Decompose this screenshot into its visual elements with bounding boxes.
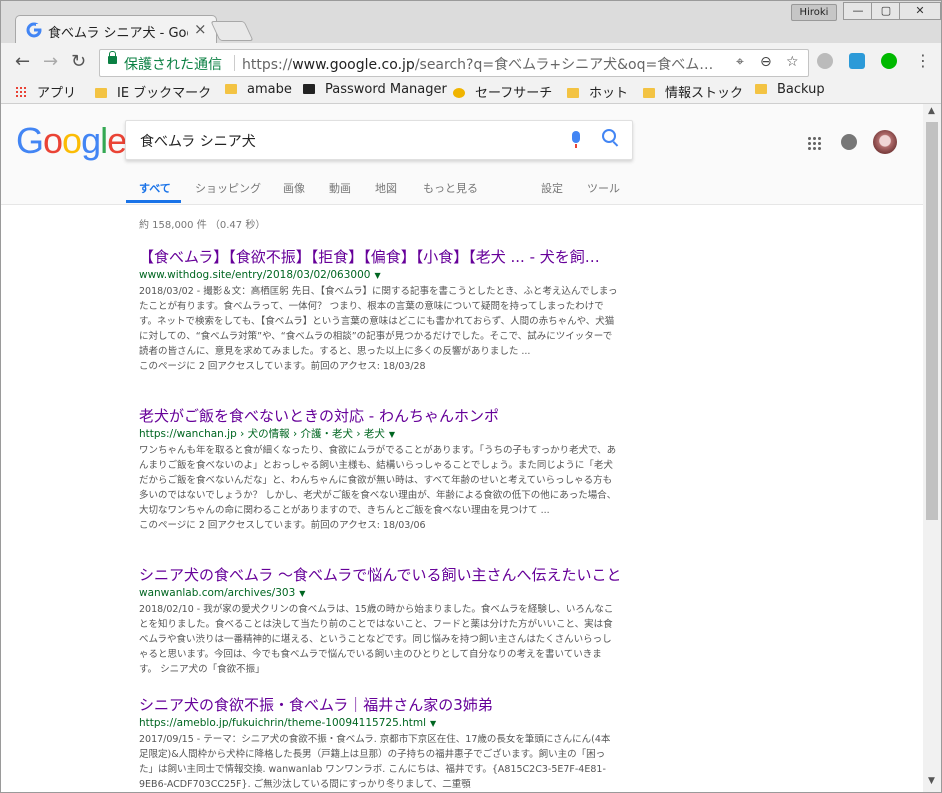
minimize-button[interactable]: — bbox=[843, 2, 873, 20]
bookmark-amabe[interactable]: amabe bbox=[225, 82, 292, 97]
search-result: シニア犬の食べムラ 〜食べムラで悩んでいる飼い主さんへ伝えたいこと… wanwa… bbox=[139, 565, 619, 677]
google-logo[interactable]: Google bbox=[16, 120, 127, 162]
result-url[interactable]: www.withdog.site/entry/2018/03/02/063000… bbox=[139, 267, 619, 284]
title-bar: 食べムラ シニア犬 - Goo × Hiroki — ▢ ✕ bbox=[1, 1, 941, 44]
google-favicon-icon bbox=[26, 22, 42, 38]
caret-down-icon[interactable]: ▼ bbox=[299, 589, 305, 598]
bookmark-ie[interactable]: IE ブックマーク bbox=[95, 82, 211, 101]
scroll-up-icon[interactable]: ▲ bbox=[928, 106, 935, 116]
bookmark-extension-icon[interactable] bbox=[849, 53, 865, 69]
search-query[interactable]: 食べムラ シニア犬 bbox=[140, 131, 256, 151]
search-result: 老犬がご飯を食べないときの対応 - わんちゃんホンポ https://wanch… bbox=[139, 406, 619, 533]
search-result: シニア犬の食欲不振・食べムラ｜福井さん家の3姉弟 https://ameblo.… bbox=[139, 695, 619, 792]
reload-icon[interactable]: ↻ bbox=[71, 51, 86, 72]
logo-letter: G bbox=[16, 120, 44, 161]
bookmarks-bar: アプリ IE ブックマーク amabe Password Manager セーフ… bbox=[1, 79, 941, 104]
result-snippet: ワンちゃんも年を取ると食が細くなったり、食欲にムラがでることがあります。「うちの… bbox=[139, 445, 617, 516]
line-icon[interactable] bbox=[881, 53, 897, 69]
search-input[interactable]: 食べムラ シニア犬 bbox=[125, 120, 633, 160]
result-title-link[interactable]: 【食べムラ】【食欲不振】【拒食】【偏食】【小食】【老犬 ... - 犬を飼… bbox=[139, 247, 619, 267]
result-url[interactable]: https://ameblo.jp/fukuichrin/theme-10094… bbox=[139, 715, 619, 732]
check-icon bbox=[453, 88, 465, 98]
bookmark-safesearch[interactable]: セーフサーチ bbox=[453, 82, 552, 101]
browser-window: 食べムラ シニア犬 - Goo × Hiroki — ▢ ✕ ← → ↻ ⋮ 保… bbox=[0, 0, 942, 793]
tab-all[interactable]: すべて bbox=[139, 180, 171, 196]
lock-app-icon bbox=[303, 84, 315, 94]
tab-tools[interactable]: ツール bbox=[587, 180, 620, 196]
tab-images[interactable]: 画像 bbox=[283, 180, 305, 196]
result-snippet: 2018/03/02 - 撮影＆文：高栖匡躬 先日、【食べムラ】に関する記事を書… bbox=[139, 286, 618, 357]
active-tab-indicator bbox=[126, 200, 181, 203]
logo-letter: e bbox=[107, 120, 127, 161]
search-header: Google 食べムラ シニア犬 すべて ショッピング 画像 動画 地図 もっと… bbox=[1, 104, 923, 205]
bookmark-backup[interactable]: Backup bbox=[755, 82, 825, 97]
profile-button[interactable]: Hiroki bbox=[791, 4, 837, 21]
secure-label: 保護された通信 bbox=[124, 57, 222, 73]
result-stats: 約 158,000 件 （0.47 秒） bbox=[139, 220, 266, 231]
scrollbar[interactable]: ▲ ▼ bbox=[923, 104, 941, 792]
result-snippet: 2017/09/15 - テーマ：シニア犬の食欲不振・食べムラ. 京都市下京区在… bbox=[139, 734, 611, 790]
page-content: Google 食べムラ シニア犬 すべて ショッピング 画像 動画 地図 もっと… bbox=[1, 104, 923, 792]
logo-letter: g bbox=[81, 120, 101, 161]
tab-title: 食べムラ シニア犬 - Goo bbox=[48, 26, 188, 41]
result-title-link[interactable]: シニア犬の食欲不振・食べムラ｜福井さん家の3姉弟 bbox=[139, 695, 619, 715]
result-url[interactable]: https://wanchan.jp › 犬の情報 › 介護・老犬 › 老犬 ▼ bbox=[139, 426, 619, 443]
scroll-down-icon[interactable]: ▼ bbox=[928, 776, 935, 786]
tab-close-icon[interactable]: × bbox=[194, 20, 207, 38]
url-text[interactable]: https://www.google.co.jp/search?q=食べムラ+シ… bbox=[242, 54, 712, 74]
bookmark-info-stock[interactable]: 情報ストック bbox=[643, 82, 743, 101]
search-result: 【食べムラ】【食欲不振】【拒食】【偏食】【小食】【老犬 ... - 犬を飼… w… bbox=[139, 247, 619, 374]
tab-videos[interactable]: 動画 bbox=[329, 180, 351, 196]
lock-icon bbox=[108, 51, 117, 64]
address-bar[interactable]: 保護された通信 https://www.google.co.jp/search?… bbox=[99, 49, 809, 77]
account-icon[interactable] bbox=[841, 134, 857, 150]
bookmark-apps[interactable]: アプリ bbox=[15, 82, 76, 101]
logo-letter: o bbox=[62, 120, 82, 161]
tab-shopping[interactable]: ショッピング bbox=[195, 180, 261, 196]
back-button[interactable]: ← bbox=[15, 51, 30, 72]
caret-down-icon[interactable]: ▼ bbox=[389, 430, 395, 439]
caret-down-icon[interactable]: ▼ bbox=[374, 271, 380, 280]
result-title-link[interactable]: 老犬がご飯を食べないときの対応 - わんちゃんホンポ bbox=[139, 406, 619, 426]
location-icon[interactable]: ⌖ bbox=[736, 54, 744, 70]
logo-letter: o bbox=[43, 120, 63, 161]
bookmark-star-icon[interactable]: ☆ bbox=[786, 54, 799, 70]
result-url[interactable]: wanwanlab.com/archives/303 ▼ bbox=[139, 585, 619, 602]
folder-icon bbox=[225, 84, 237, 94]
caret-down-icon[interactable]: ▼ bbox=[430, 719, 436, 728]
tab-maps[interactable]: 地図 bbox=[375, 180, 397, 196]
scroll-thumb[interactable] bbox=[926, 122, 938, 520]
visit-note: このページに 2 回アクセスしています。前回のアクセス: 18/03/06 bbox=[139, 520, 426, 531]
chrome-menu-icon[interactable]: ⋮ bbox=[915, 51, 931, 70]
bookmark-hot[interactable]: ホット bbox=[567, 82, 628, 101]
zoom-icon[interactable]: ⊖ bbox=[760, 54, 772, 70]
folder-icon bbox=[643, 88, 655, 98]
close-window-button[interactable]: ✕ bbox=[899, 2, 941, 20]
avatar[interactable] bbox=[873, 130, 897, 154]
maximize-button[interactable]: ▢ bbox=[871, 2, 901, 20]
browser-tab[interactable]: 食べムラ シニア犬 - Goo × bbox=[15, 15, 217, 44]
omnibox-divider bbox=[234, 55, 235, 71]
result-snippet: 2018/02/10 - 我が家の愛犬クリンの食べムラは、15歳の時から始まりま… bbox=[139, 604, 614, 675]
tab-more[interactable]: もっと見る bbox=[423, 180, 478, 196]
result-title-link[interactable]: シニア犬の食べムラ 〜食べムラで悩んでいる飼い主さんへ伝えたいこと… bbox=[139, 565, 619, 585]
folder-icon bbox=[755, 84, 767, 94]
visit-note: このページに 2 回アクセスしています。前回のアクセス: 18/03/28 bbox=[139, 361, 426, 372]
apps-icon bbox=[15, 86, 27, 98]
folder-icon bbox=[95, 88, 107, 98]
search-icon[interactable] bbox=[602, 129, 616, 143]
forward-button[interactable]: → bbox=[43, 51, 58, 72]
bookmark-password-manager[interactable]: Password Manager bbox=[303, 82, 447, 97]
extension-icon[interactable] bbox=[817, 53, 833, 69]
apps-grid-icon[interactable] bbox=[807, 136, 821, 150]
microphone-icon[interactable] bbox=[572, 131, 580, 148]
folder-icon bbox=[567, 88, 579, 98]
tab-settings[interactable]: 設定 bbox=[541, 180, 563, 196]
